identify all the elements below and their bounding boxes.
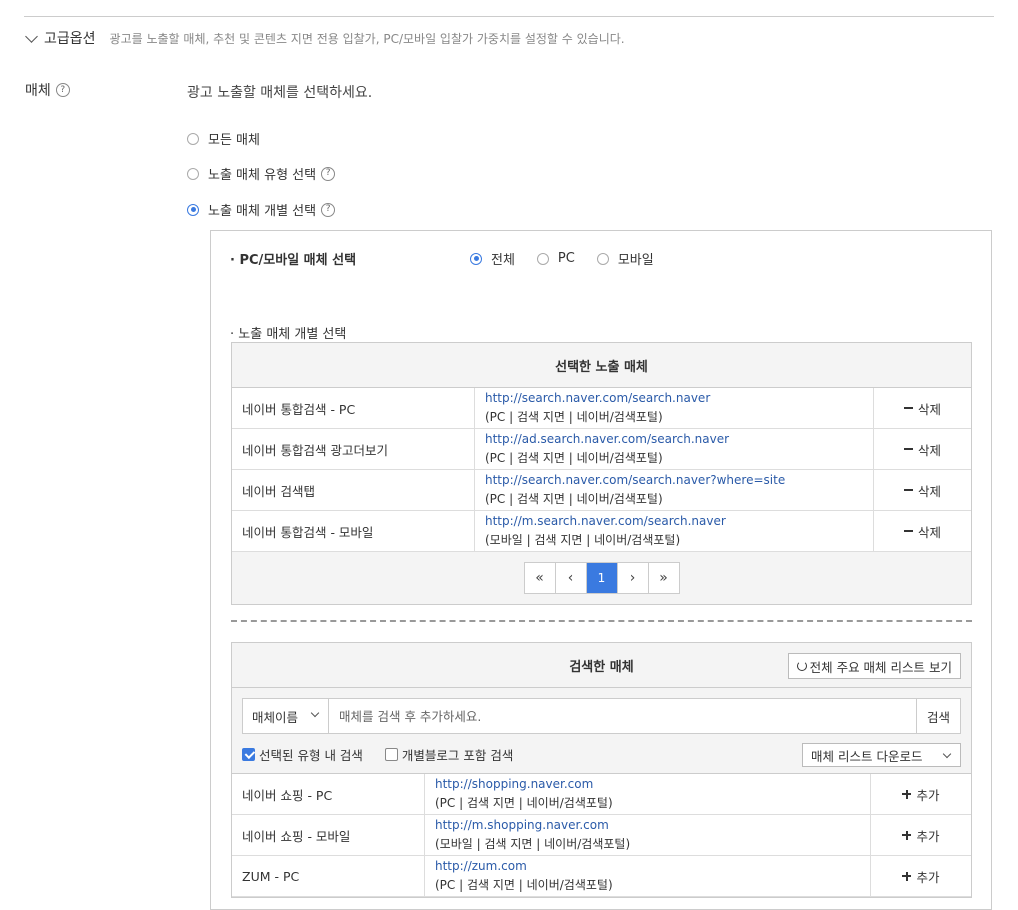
media-name: 네이버 통합검색 광고더보기 <box>232 429 475 469</box>
media-url[interactable]: http://m.shopping.naver.com <box>435 816 870 835</box>
advanced-options-title: 고급옵션 <box>44 31 96 47</box>
media-detail: http://search.naver.com/search.naver (PC… <box>475 388 874 428</box>
search-type-select[interactable]: 매체이름 <box>243 699 329 733</box>
media-detail: http://search.naver.com/search.naver?whe… <box>475 470 874 510</box>
remove-button[interactable]: 삭제 <box>874 470 971 510</box>
help-icon[interactable]: ? <box>55 83 70 97</box>
table-row: 네이버 통합검색 - 모바일 http://m.search.naver.com… <box>232 511 971 552</box>
media-url[interactable]: http://shopping.naver.com <box>435 775 870 794</box>
full-media-list-button[interactable]: 전체 주요 매체 리스트 보기 <box>787 653 961 679</box>
radio-all-media[interactable]: 모든 매체 <box>187 129 260 148</box>
radio-media-type[interactable]: 노출 매체 유형 선택 ? <box>187 164 336 183</box>
radio-circle-selected[interactable] <box>470 252 482 265</box>
checkbox-selected-type[interactable] <box>242 747 255 761</box>
refresh-icon <box>796 661 807 671</box>
pager-last-button[interactable]: » <box>649 563 679 593</box>
media-detail: http://shopping.naver.com (PC | 검색 지면 | … <box>425 774 871 814</box>
table-row: 네이버 검색탭 http://search.naver.com/search.n… <box>232 470 971 511</box>
remove-button[interactable]: 삭제 <box>874 511 971 551</box>
minus-icon <box>903 529 913 533</box>
radio-circle-selected[interactable] <box>187 203 199 216</box>
pager-prev-button[interactable]: ‹ <box>556 563 587 593</box>
table-row: 네이버 쇼핑 - 모바일 http://m.shopping.naver.com… <box>232 815 971 856</box>
media-name: 네이버 쇼핑 - 모바일 <box>232 815 425 855</box>
media-label: 매체 ? <box>25 80 70 100</box>
media-detail: http://ad.search.naver.com/search.naver … <box>475 429 874 469</box>
selected-media-table: 선택한 노출 매체 네이버 통합검색 - PC http://search.na… <box>231 342 972 605</box>
checkbox-include-blog[interactable] <box>384 747 398 761</box>
radio-scope-mobile[interactable]: 모바일 <box>596 249 654 268</box>
advanced-options-description: 광고를 노출할 매체, 추천 및 콘텐츠 지면 전용 입찰가, PC/모바일 입… <box>109 31 625 46</box>
minus-icon <box>903 406 913 410</box>
individual-section-title: · 노출 매체 개별 선택 <box>230 327 347 342</box>
scope-radio-group: 전체 PC 모바일 <box>470 249 676 268</box>
media-url[interactable]: http://search.naver.com/search.naver <box>485 389 873 408</box>
plus-icon <box>902 830 912 840</box>
radio-circle[interactable] <box>596 252 609 265</box>
radio-scope-pc[interactable]: PC <box>536 251 575 266</box>
pager-first-button[interactable]: « <box>525 563 556 593</box>
minus-icon <box>903 447 913 451</box>
search-media-header: 검색한 매체 전체 주요 매체 리스트 보기 <box>232 643 971 688</box>
media-detail: http://zum.com (PC | 검색 지면 | 네이버/검색포털) <box>425 856 871 896</box>
chevron-down-icon <box>25 29 38 43</box>
table-row: 네이버 통합검색 - PC http://search.naver.com/se… <box>232 388 971 429</box>
chevron-down-icon <box>942 749 952 759</box>
media-name: ZUM - PC <box>232 856 425 896</box>
media-info: (PC | 검색 지면 | 네이버/검색포털) <box>435 796 613 810</box>
media-name: 네이버 쇼핑 - PC <box>232 774 425 814</box>
help-icon[interactable]: ? <box>321 166 336 181</box>
media-instruction: 광고 노출할 매체를 선택하세요. <box>187 85 373 101</box>
minus-icon <box>903 488 913 492</box>
plus-icon <box>902 789 912 799</box>
media-info: (PC | 검색 지면 | 네이버/검색포털) <box>485 451 663 465</box>
table-row: 네이버 쇼핑 - PC http://shopping.naver.com (P… <box>232 774 971 815</box>
top-divider <box>24 16 994 17</box>
chevron-down-icon <box>310 708 320 718</box>
add-button[interactable]: 추가 <box>871 774 971 814</box>
media-info: (모바일 | 검색 지면 | 네이버/검색포털) <box>485 533 681 547</box>
media-name: 네이버 검색탭 <box>232 470 475 510</box>
media-detail: http://m.search.naver.com/search.naver (… <box>475 511 874 551</box>
media-list-download-button[interactable]: 매체 리스트 다운로드 <box>802 743 961 767</box>
search-media-table: 검색한 매체 전체 주요 매체 리스트 보기 매체이름 검색 선택된 유형 내 … <box>231 642 972 898</box>
add-button[interactable]: 추가 <box>871 815 971 855</box>
help-icon[interactable]: ? <box>321 202 336 217</box>
radio-circle[interactable] <box>536 252 549 265</box>
pagination: « ‹ 1 › » <box>523 562 680 594</box>
radio-circle[interactable] <box>187 132 199 145</box>
media-info: (PC | 검색 지면 | 네이버/검색포털) <box>485 492 663 506</box>
table-row: 네이버 통합검색 광고더보기 http://ad.search.naver.co… <box>232 429 971 470</box>
advanced-options-toggle[interactable]: 고급옵션 광고를 노출할 매체, 추천 및 콘텐츠 지면 전용 입찰가, PC/… <box>24 28 625 48</box>
selected-media-header: 선택한 노출 매체 <box>232 343 971 388</box>
pager-page-current[interactable]: 1 <box>586 563 618 593</box>
pagination-area: « ‹ 1 › » <box>232 552 971 604</box>
pager-next-button[interactable]: › <box>618 563 649 593</box>
search-input[interactable] <box>329 699 916 733</box>
add-button[interactable]: 추가 <box>871 856 971 896</box>
dashed-divider <box>231 620 972 622</box>
media-info: (PC | 검색 지면 | 네이버/검색포털) <box>485 410 663 424</box>
search-controls: 매체이름 검색 선택된 유형 내 검색 개별블로그 포함 검색 매체 리스트 다… <box>232 688 971 774</box>
media-info: (모바일 | 검색 지면 | 네이버/검색포털) <box>435 837 631 851</box>
media-url[interactable]: http://search.naver.com/search.naver?whe… <box>485 471 873 490</box>
search-bar: 매체이름 검색 <box>242 698 961 734</box>
media-url[interactable]: http://m.search.naver.com/search.naver <box>485 512 873 531</box>
remove-button[interactable]: 삭제 <box>874 388 971 428</box>
table-row: ZUM - PC http://zum.com (PC | 검색 지면 | 네이… <box>232 856 971 897</box>
radio-media-individual[interactable]: 노출 매체 개별 선택 ? <box>187 200 336 219</box>
radio-scope-all[interactable]: 전체 <box>470 249 515 268</box>
search-button[interactable]: 검색 <box>916 699 960 733</box>
radio-circle[interactable] <box>187 167 199 180</box>
media-name: 네이버 통합검색 - PC <box>232 388 475 428</box>
media-url[interactable]: http://zum.com <box>435 857 870 876</box>
media-url[interactable]: http://ad.search.naver.com/search.naver <box>485 430 873 449</box>
media-name: 네이버 통합검색 - 모바일 <box>232 511 475 551</box>
scope-section-title: · PC/모바일 매체 선택 <box>230 253 357 268</box>
media-detail: http://m.shopping.naver.com (모바일 | 검색 지면… <box>425 815 871 855</box>
media-info: (PC | 검색 지면 | 네이버/검색포털) <box>435 878 613 892</box>
plus-icon <box>902 871 912 881</box>
remove-button[interactable]: 삭제 <box>874 429 971 469</box>
